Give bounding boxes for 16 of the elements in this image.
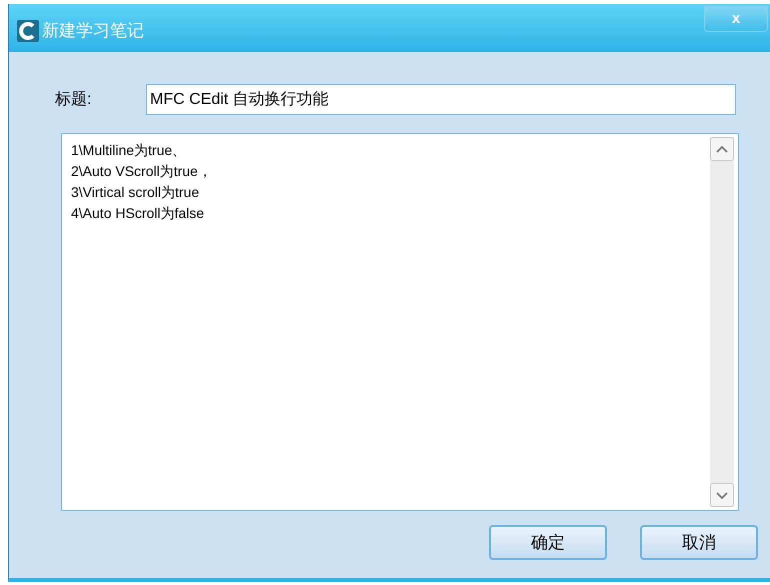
- vertical-scrollbar[interactable]: [710, 137, 734, 507]
- text-line: 3\Virtical scroll为true: [71, 183, 200, 202]
- chevron-up-icon: [716, 146, 728, 152]
- chevron-down-icon: [716, 492, 728, 498]
- scroll-up-button[interactable]: [710, 137, 734, 161]
- text-line: 4\Auto HScroll为false: [71, 204, 206, 223]
- text-line: 1\Multiline为true、: [71, 141, 188, 160]
- title-input-field[interactable]: MFC CEdit 自动换行功能: [146, 84, 736, 115]
- app-logo-icon: [17, 20, 39, 42]
- dialog-button[interactable]: 确定: [489, 525, 607, 560]
- window-title: 新建学习笔记: [42, 21, 144, 41]
- dialog-button[interactable]: 取消: [640, 525, 758, 560]
- scroll-down-button[interactable]: [710, 483, 734, 507]
- text-line: 2\Auto VScroll为true，: [71, 162, 213, 181]
- title-label: 标题:: [55, 90, 92, 110]
- content-text-area[interactable]: 1\Multiline为true、 2\Auto VScroll为true， 3\Virtical scroll为true 4\Auto HScroll为false: [61, 133, 739, 511]
